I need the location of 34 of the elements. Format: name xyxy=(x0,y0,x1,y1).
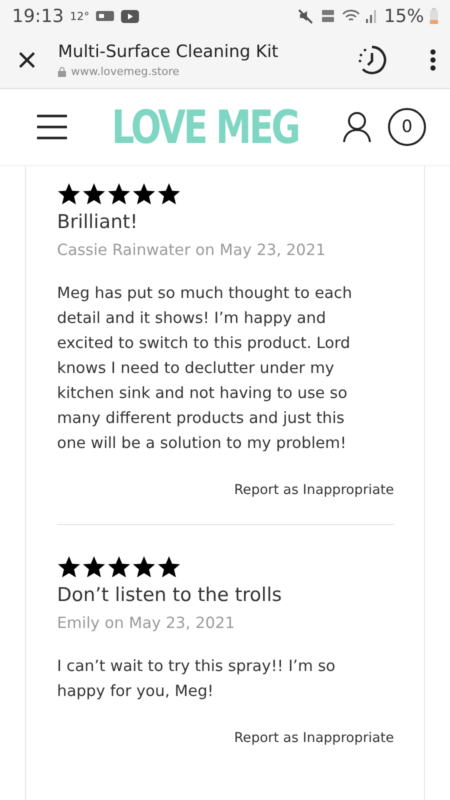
more-vertical-icon xyxy=(430,49,436,71)
signal-icon xyxy=(366,9,378,23)
star-icon xyxy=(132,555,156,578)
star-icon xyxy=(132,182,156,205)
close-icon xyxy=(18,51,36,69)
star-icon xyxy=(57,182,81,205)
report-link[interactable]: Report as Inappropriate xyxy=(234,730,394,746)
video-play-icon xyxy=(121,10,140,22)
battery-percentage: 15% xyxy=(384,6,424,26)
star-icon xyxy=(57,555,81,578)
cart-button[interactable]: 0 xyxy=(388,108,426,146)
review-text: I can’t wait to try this spray!! I’m so happy for you, Meg! xyxy=(57,656,336,702)
page-title: Multi-Surface Cleaning Kit xyxy=(58,42,280,62)
star-icon xyxy=(107,182,131,205)
review-title: Don’t listen to the trolls xyxy=(57,584,283,606)
battery-icon xyxy=(430,8,438,24)
review-text: Meg has put so much thought to each detail and it shows! I’m happy and excited to switch to this product. Lord knows I need to declutter under my kitchen sink and not having to use so many different products and just this one will be a solution to my problem! xyxy=(57,283,354,454)
lock-icon xyxy=(58,66,66,76)
star-icon xyxy=(157,182,181,205)
history-icon xyxy=(356,44,388,76)
clock-time: 19:13 xyxy=(12,6,64,26)
wifi-icon xyxy=(342,9,360,23)
star-icon xyxy=(107,555,131,578)
review-title: Brilliant! xyxy=(57,211,139,233)
star-icon xyxy=(157,555,181,578)
review-byline: Cassie Rainwater on May 23, 2021 xyxy=(57,241,327,259)
user-icon xyxy=(342,111,372,143)
report-link[interactable]: Report as Inappropriate xyxy=(234,482,394,498)
star-icon xyxy=(82,555,106,578)
star-icon xyxy=(82,182,106,205)
mute-icon xyxy=(298,8,314,24)
menu-icon xyxy=(36,114,68,140)
review-byline: Emily on May 23, 2021 xyxy=(57,614,236,632)
temperature: 12° xyxy=(70,10,90,22)
